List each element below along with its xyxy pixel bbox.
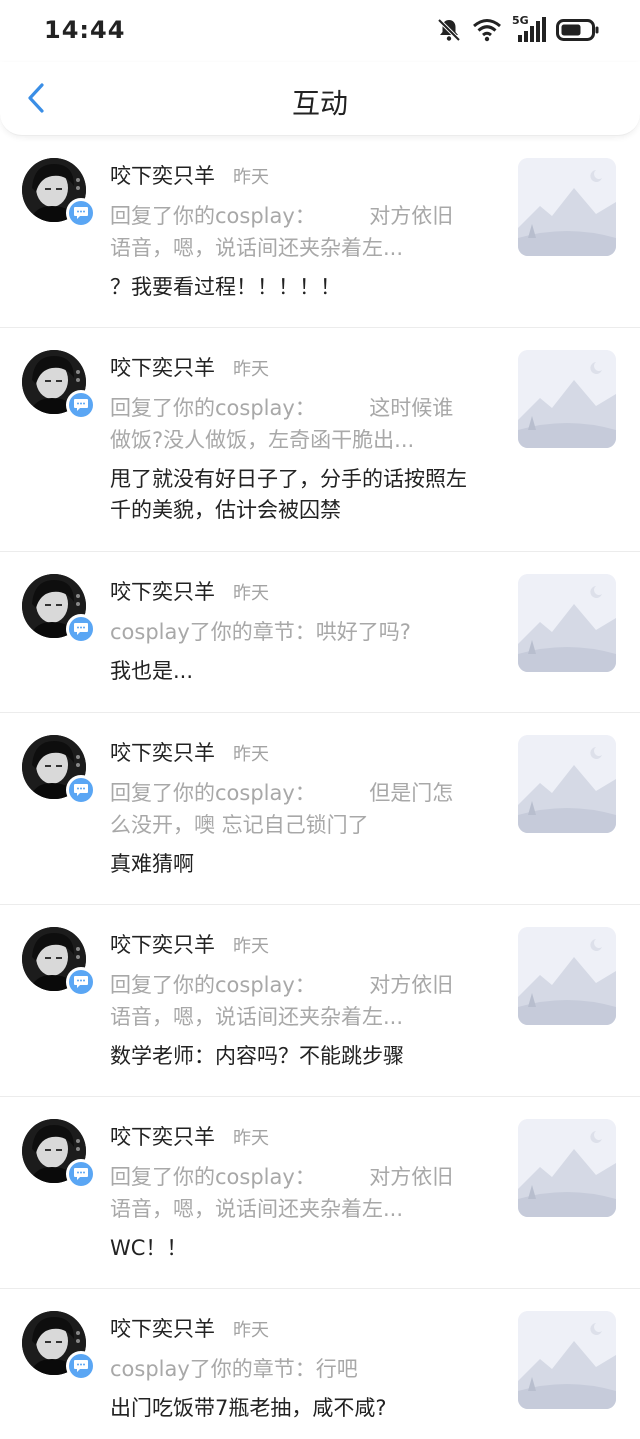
username[interactable]: 咬下奕只羊	[110, 737, 215, 767]
page-title: 互动	[291, 87, 348, 120]
interaction-list: 咬下奕只羊 昨天 回复了你的cosplay： 对方依旧语音，嗯，说话间还夹杂着左…	[0, 136, 640, 1439]
quoted-content: cosplay了你的章节：哄好了吗?	[110, 620, 411, 644]
username[interactable]: 咬下奕只羊	[110, 1121, 215, 1151]
list-item[interactable]: 咬下奕只羊 昨天 回复了你的cosplay： 这时候谁做饭?没人做饭，左奇函干脆…	[0, 328, 640, 552]
username[interactable]: 咬下奕只羊	[110, 160, 215, 190]
avatar[interactable]	[22, 350, 96, 420]
reply-text: 出门吃饭带7瓶老抽，咸不咸?	[110, 1396, 387, 1420]
avatar[interactable]	[22, 158, 96, 228]
image-placeholder-icon	[518, 158, 616, 256]
avatar[interactable]	[22, 574, 96, 644]
timestamp: 昨天	[233, 1128, 269, 1149]
quoted-content: 回复了你的cosplay： 但是门怎么没开，噢 忘记自己锁门了	[110, 781, 454, 837]
quoted-content: 回复了你的cosplay： 这时候谁做饭?没人做饭，左奇函干脆出...	[110, 396, 454, 452]
image-placeholder-icon	[518, 1311, 616, 1409]
thumbnail-placeholder[interactable]	[518, 1311, 616, 1409]
image-placeholder-icon	[518, 735, 616, 833]
comment-badge-icon	[66, 614, 96, 644]
reply-text: ？我要看过程！！！！！	[110, 275, 341, 299]
signal-5g-icon: 5G	[512, 14, 546, 44]
reply-text: WC！！	[110, 1236, 188, 1260]
name-row: 咬下奕只羊 昨天	[110, 160, 269, 190]
name-row: 咬下奕只羊 昨天	[110, 1313, 269, 1343]
username[interactable]: 咬下奕只羊	[110, 352, 215, 382]
name-row: 咬下奕只羊 昨天	[110, 576, 269, 606]
timestamp: 昨天	[233, 1320, 269, 1341]
reply-text: 甩了就没有好日子了，分手的话按照左千的美貌，估计会被囚禁	[110, 467, 467, 522]
quoted-content: 回复了你的cosplay： 对方依旧语音，嗯，说话间还夹杂着左...	[110, 1165, 454, 1221]
image-placeholder-icon	[518, 927, 616, 1025]
name-row: 咬下奕只羊 昨天	[110, 1121, 269, 1151]
image-placeholder-icon	[518, 350, 616, 448]
status-time: 14:44	[44, 16, 126, 44]
comment-badge-icon	[66, 775, 96, 805]
name-row: 咬下奕只羊 昨天	[110, 352, 269, 382]
timestamp: 昨天	[233, 167, 269, 188]
list-item[interactable]: 咬下奕只羊 昨天 回复了你的cosplay： 对方依旧语音，嗯，说话间还夹杂着左…	[0, 136, 640, 328]
image-placeholder-icon	[518, 574, 616, 672]
list-item[interactable]: 咬下奕只羊 昨天 cosplay了你的章节：哄好了吗? 我也是...	[0, 552, 640, 713]
header: 互动	[0, 62, 640, 136]
thumbnail-placeholder[interactable]	[518, 1119, 616, 1217]
username[interactable]: 咬下奕只羊	[110, 1313, 215, 1343]
timestamp: 昨天	[233, 744, 269, 765]
thumbnail-placeholder[interactable]	[518, 350, 616, 448]
list-item[interactable]: 咬下奕只羊 昨天 cosplay了你的章节：行吧 出门吃饭带7瓶老抽，咸不咸?	[0, 1289, 640, 1439]
quoted-content: cosplay了你的章节：行吧	[110, 1357, 358, 1381]
comment-badge-icon	[66, 198, 96, 228]
reply-text: 数学老师：内容吗？不能跳步骤	[110, 1044, 404, 1068]
thumbnail-placeholder[interactable]	[518, 735, 616, 833]
timestamp: 昨天	[233, 936, 269, 957]
list-item[interactable]: 咬下奕只羊 昨天 回复了你的cosplay： 对方依旧语音，嗯，说话间还夹杂着左…	[0, 905, 640, 1097]
image-placeholder-icon	[518, 1119, 616, 1217]
wifi-icon	[472, 18, 502, 42]
avatar[interactable]	[22, 1119, 96, 1189]
quoted-content: 回复了你的cosplay： 对方依旧语音，嗯，说话间还夹杂着左...	[110, 204, 454, 260]
status-icons: 5G	[436, 14, 600, 46]
comment-badge-icon	[66, 1351, 96, 1381]
comment-badge-icon	[66, 390, 96, 420]
comment-badge-icon	[66, 1159, 96, 1189]
username[interactable]: 咬下奕只羊	[110, 929, 215, 959]
avatar[interactable]	[22, 1311, 96, 1381]
name-row: 咬下奕只羊 昨天	[110, 737, 269, 767]
thumbnail-placeholder[interactable]	[518, 158, 616, 256]
timestamp: 昨天	[233, 359, 269, 380]
quoted-content: 回复了你的cosplay： 对方依旧语音，嗯，说话间还夹杂着左...	[110, 973, 454, 1029]
reply-text: 我也是...	[110, 659, 194, 683]
reply-text: 真难猜啊	[110, 852, 194, 876]
avatar[interactable]	[22, 927, 96, 997]
list-item[interactable]: 咬下奕只羊 昨天 回复了你的cosplay： 对方依旧语音，嗯，说话间还夹杂着左…	[0, 1097, 640, 1289]
list-item[interactable]: 咬下奕只羊 昨天 回复了你的cosplay： 但是门怎么没开，噢 忘记自己锁门了…	[0, 713, 640, 905]
timestamp: 昨天	[233, 583, 269, 604]
status-bar: 14:44 5G	[0, 0, 640, 62]
avatar[interactable]	[22, 735, 96, 805]
battery-icon	[556, 18, 600, 42]
thumbnail-placeholder[interactable]	[518, 574, 616, 672]
username[interactable]: 咬下奕只羊	[110, 576, 215, 606]
mute-bell-icon	[436, 17, 462, 43]
name-row: 咬下奕只羊 昨天	[110, 929, 269, 959]
comment-badge-icon	[66, 967, 96, 997]
thumbnail-placeholder[interactable]	[518, 927, 616, 1025]
